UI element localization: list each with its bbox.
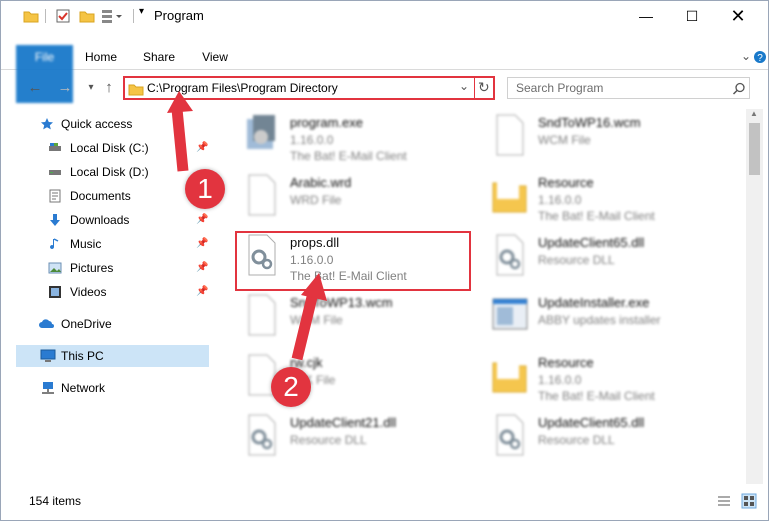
step-badge-1: 1: [185, 169, 225, 209]
annotation-arrows: [167, 91, 327, 361]
arrow-2-head: [301, 273, 327, 301]
arrow-2: [291, 291, 319, 361]
step-badge-2: 2: [271, 367, 311, 407]
arrow-1-head: [167, 91, 193, 113]
explorer-window: ▾ Program — ☐ ✕ File Home Share View ⌄ ?…: [0, 0, 769, 521]
arrow-1: [171, 108, 189, 172]
